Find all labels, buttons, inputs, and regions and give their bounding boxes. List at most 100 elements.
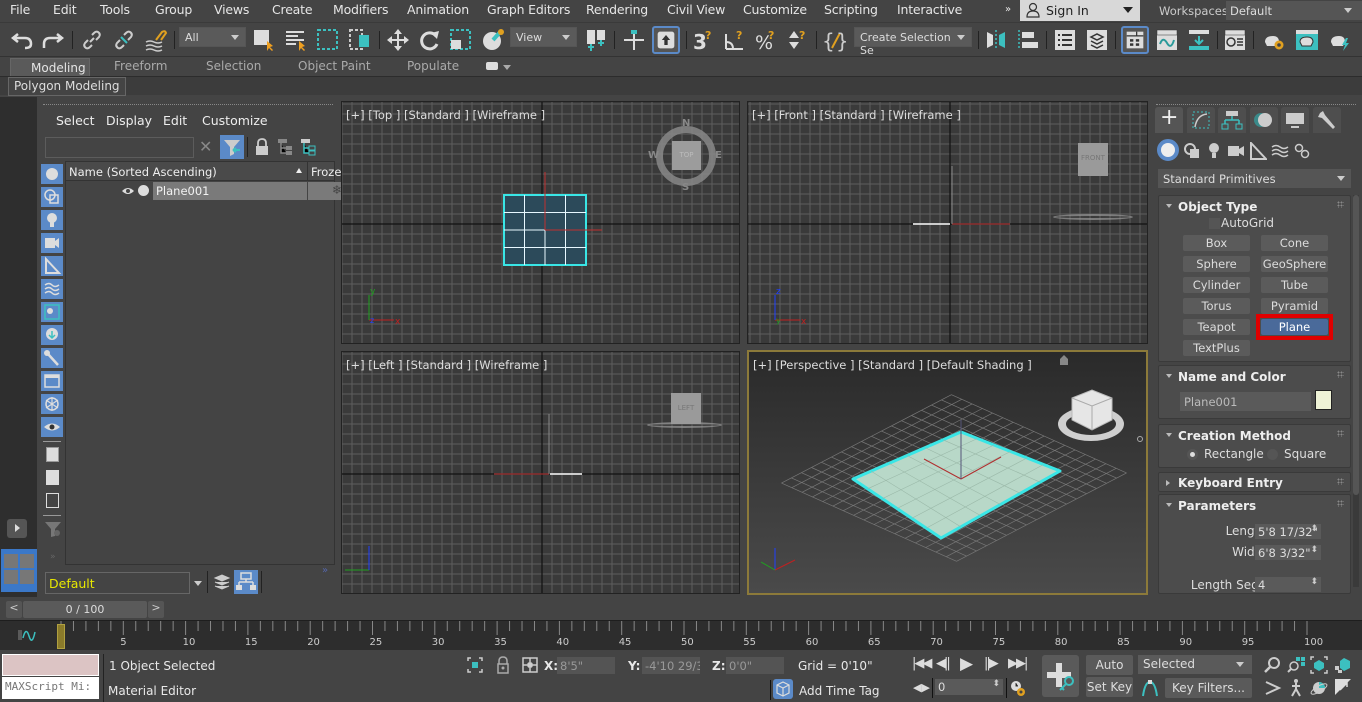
key-mode-dropdown[interactable]: Selected	[1138, 655, 1252, 674]
sign-in-dropdown[interactable]: Sign In	[1020, 0, 1140, 21]
viewport-top[interactable]: xyz [+] [Top ] [Standard ] [Wireframe ] …	[341, 101, 740, 344]
snaps-toggle-icon[interactable]: 3?	[692, 28, 716, 52]
grip-icon[interactable]	[1337, 201, 1344, 208]
menu-customize[interactable]: Customize	[743, 2, 807, 17]
place-icon[interactable]	[481, 28, 505, 52]
dependency-icon[interactable]	[300, 138, 316, 156]
toggle-ribbon-button[interactable]	[1121, 26, 1149, 54]
previous-frame-button[interactable]: ◀||	[936, 656, 951, 671]
menu-rendering[interactable]: Rendering	[586, 2, 648, 17]
isolate-selection-icon[interactable]	[467, 657, 483, 673]
collapse-icon[interactable]	[1166, 374, 1172, 378]
menu-graph-editors[interactable]: Graph Editors	[487, 2, 570, 17]
rendered-frame-window-icon[interactable]	[1295, 28, 1319, 52]
display-lights-button[interactable]	[41, 210, 63, 230]
scene-list-row[interactable]: Plane001 ❄	[66, 182, 372, 200]
scene-menu-display[interactable]: Display	[106, 113, 152, 128]
display-xrefs-button[interactable]	[41, 325, 63, 345]
drag-handle[interactable]	[43, 104, 333, 105]
length-segs-spinner[interactable]: 4	[1255, 577, 1321, 592]
maxscript-mini-input[interactable]: MAXScript Mi:	[2, 677, 99, 699]
collapse-icon[interactable]	[1166, 433, 1172, 437]
eye-icon[interactable]	[121, 186, 135, 196]
play-button[interactable]: ▶	[960, 654, 973, 674]
cylinder-button[interactable]: Cylinder	[1183, 277, 1250, 293]
window-crossing-icon[interactable]	[348, 28, 372, 52]
render-production-icon[interactable]	[1328, 28, 1352, 52]
menu-group[interactable]: Group	[155, 2, 192, 17]
radio-square[interactable]	[1267, 449, 1278, 460]
auto-key-button[interactable]: Auto Key	[1086, 655, 1133, 692]
viewport-label[interactable]: [+] [Perspective ] [Standard ] [Default …	[753, 358, 1032, 372]
x-coordinate-field[interactable]: 8'5"	[557, 657, 615, 674]
track-bar[interactable]: 0510152025303540455055606570758085909510…	[0, 620, 1362, 650]
grip-icon[interactable]	[1337, 371, 1344, 378]
polygon-modeling-panel[interactable]: Polygon Modeling	[8, 77, 126, 96]
angle-snap-icon[interactable]: ?	[723, 28, 747, 52]
scene-menu-select[interactable]: Select	[56, 113, 95, 128]
rollout-title[interactable]: Object Type	[1178, 200, 1257, 214]
display-helpers-button[interactable]	[41, 256, 63, 276]
hierarchy-icon[interactable]	[277, 138, 293, 156]
display-bones-button[interactable]	[41, 348, 63, 368]
orbit-icon[interactable]	[1310, 679, 1328, 697]
go-to-start-button[interactable]: |◀◀	[912, 656, 932, 671]
viewcube-face[interactable]: TOP	[672, 141, 701, 170]
rollout-title[interactable]: Name and Color	[1178, 370, 1286, 384]
viewport-label[interactable]: [+] [Top ] [Standard ] [Wireframe ]	[346, 108, 545, 122]
textplus-button[interactable]: TextPlus	[1183, 340, 1250, 356]
named-selection-set-dropdown[interactable]: Create Selection Se	[854, 27, 972, 57]
display-containers-button[interactable]	[41, 371, 63, 391]
viewport-label[interactable]: [+] [Left ] [Standard ] [Wireframe ]	[346, 358, 547, 372]
display-groups-button[interactable]	[41, 302, 63, 322]
add-time-tag-label[interactable]: Add Time Tag	[799, 684, 880, 698]
menu-interactive[interactable]: Interactive	[897, 2, 962, 17]
radio-rectangle[interactable]	[1187, 449, 1198, 460]
systems-category-icon[interactable]	[1293, 142, 1311, 160]
display-all-button[interactable]	[46, 447, 59, 462]
geosphere-button[interactable]: GeoSphere	[1261, 256, 1328, 272]
mirror-icon[interactable]	[984, 28, 1008, 52]
scene-explorer-toggle-icon[interactable]	[1053, 28, 1077, 52]
lights-category-icon[interactable]	[1205, 142, 1223, 160]
maximize-viewport-icon[interactable]	[1334, 678, 1352, 696]
display-geometry-button[interactable]	[41, 164, 63, 184]
current-layer-field[interactable]: Default	[45, 572, 190, 594]
viewport-front[interactable]: x z y [+] [Front ] [Standard ] [Wireframe …	[747, 101, 1148, 344]
display-hidden-button[interactable]	[41, 417, 63, 437]
torus-button[interactable]: Torus	[1183, 298, 1250, 314]
viewport-label[interactable]: [+] [Front ] [Standard ] [Wireframe ]	[752, 108, 961, 122]
rectangular-selection-icon[interactable]	[316, 28, 340, 52]
menu-tools[interactable]: Tools	[100, 2, 130, 17]
key-mode-toggle-icon[interactable]: ◀▶	[913, 681, 930, 694]
ribbon-options-icon[interactable]	[486, 62, 498, 70]
set-key-button[interactable]: Set Key	[1086, 677, 1133, 697]
render-toggle-icon[interactable]	[138, 185, 149, 196]
viewport-left[interactable]: [+] [Left ] [Standard ] [Wireframe ] LEF…	[341, 351, 740, 594]
tab-create[interactable]: +	[1155, 105, 1183, 133]
grip-icon[interactable]	[1337, 478, 1344, 485]
ribbon-tab-object-paint[interactable]: Object Paint	[298, 59, 371, 73]
scale-icon[interactable]	[449, 28, 473, 52]
ribbon-tab-populate[interactable]: Populate	[407, 59, 459, 73]
spacewarps-category-icon[interactable]	[1271, 142, 1289, 160]
rotate-icon[interactable]	[418, 28, 442, 52]
width-spinner[interactable]: 6'8 3/32"	[1255, 545, 1321, 560]
rollout-title[interactable]: Keyboard Entry	[1178, 476, 1283, 490]
current-frame-spinner[interactable]: 0	[935, 679, 1003, 695]
y-coordinate-field[interactable]: -4'10 29/32	[642, 657, 700, 674]
redo-icon[interactable]	[41, 28, 65, 52]
filter-button[interactable]	[220, 135, 244, 159]
ribbon-tab-freeform[interactable]: Freeform	[114, 59, 167, 73]
ribbon-tab-modeling[interactable]: Modeling	[10, 58, 90, 77]
menu-file[interactable]: File	[10, 2, 30, 17]
zoom-all-icon[interactable]	[1287, 656, 1305, 674]
display-shapes-button[interactable]	[41, 187, 63, 207]
menu-edit[interactable]: Edit	[53, 2, 77, 17]
viewcube-face[interactable]: LEFT	[671, 393, 701, 424]
select-object-icon[interactable]	[252, 28, 276, 52]
key-filters-button[interactable]: Key Filters...	[1165, 678, 1252, 698]
tab-modify[interactable]	[1187, 107, 1215, 133]
viewcube-ring[interactable]	[1053, 214, 1133, 220]
tab-motion[interactable]	[1250, 107, 1278, 133]
